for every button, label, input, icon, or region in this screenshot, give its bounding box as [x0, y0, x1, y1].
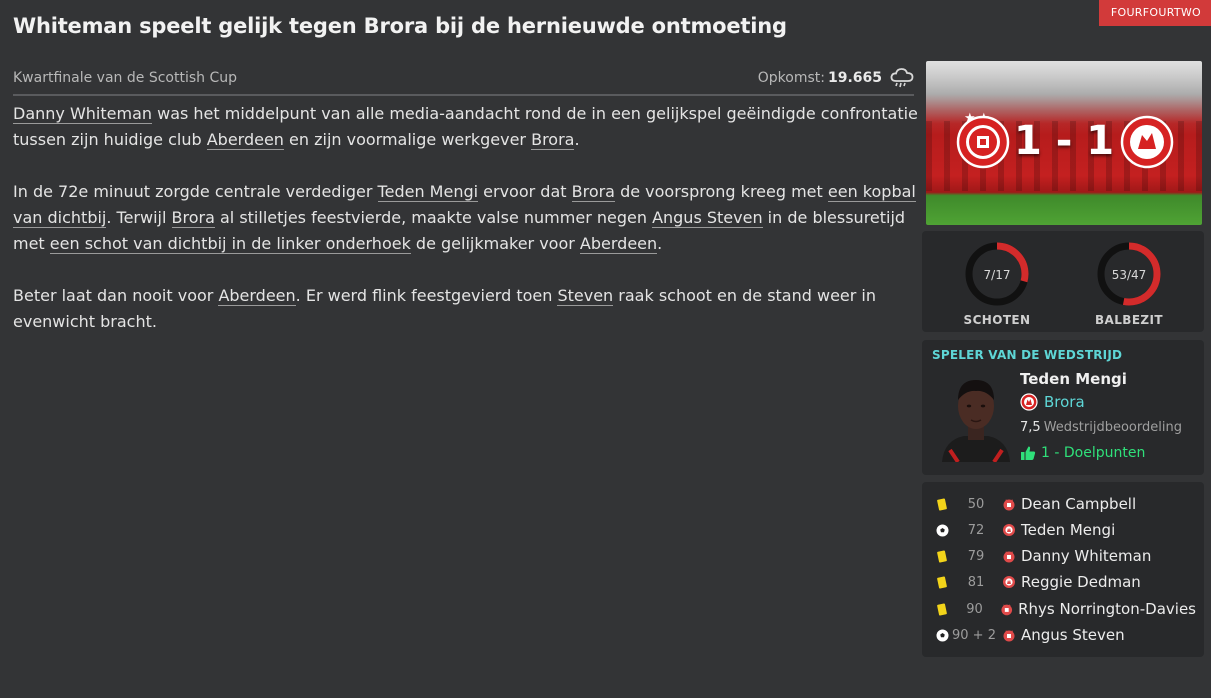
article-paragraph: In de 72e minuut zorgde centrale verdedi…: [13, 179, 918, 257]
event-minute: 79: [967, 548, 985, 564]
player-photo[interactable]: [936, 370, 1016, 462]
article-text: In de 72e minuut zorgde centrale verdedi…: [13, 182, 378, 201]
event-player: Dean Campbell: [1021, 495, 1137, 513]
match-event[interactable]: 90 Rhys Norrington-Davies: [934, 599, 1196, 619]
possession-ring: 53/47: [1097, 242, 1161, 306]
match-event[interactable]: 72 Teden Mengi: [934, 520, 1196, 540]
possession-label: BALBEZIT: [1095, 313, 1163, 327]
goals-text: 1 - Doelpunten: [1041, 445, 1146, 461]
player-link[interactable]: Teden Mengi: [377, 182, 479, 202]
event-minute: 50: [967, 496, 985, 512]
brora-crest-icon[interactable]: [1120, 115, 1174, 169]
yellow-card-icon: [936, 602, 947, 616]
event-minute: 90: [966, 601, 983, 617]
match-event[interactable]: 81 Reggie Dedman: [934, 572, 1196, 592]
rating-value: 7,5: [1020, 420, 1041, 435]
page-title: Whiteman speelt gelijk tegen Brora bij d…: [13, 14, 787, 38]
rating-label: Wedstrijdbeoordeling: [1043, 420, 1182, 435]
event-player: Teden Mengi: [1021, 521, 1116, 539]
event-player: Angus Steven: [1021, 626, 1125, 644]
aberdeen-badge-icon: [1003, 630, 1015, 642]
player-name[interactable]: Teden Mengi: [1020, 370, 1127, 388]
match-event[interactable]: 90 + 2 Angus Steven: [934, 625, 1196, 645]
article-text: ervoor dat: [478, 182, 572, 201]
brora-badge-icon: [1003, 576, 1015, 588]
article-text: al stilletjes feestvierde, maakte valse …: [214, 208, 653, 227]
player-link[interactable]: Danny Whiteman: [13, 104, 153, 124]
player-rating: 7,5 Wedstrijdbeoordeling: [1020, 420, 1182, 435]
man-of-the-match-panel: SPELER VAN DE WEDSTRIJD Teden Mengi Bror…: [922, 340, 1204, 475]
motm-title: SPELER VAN DE WEDSTRIJD: [932, 348, 1123, 362]
player-club[interactable]: Brora: [1020, 393, 1085, 411]
attendance-label: Opkomst:: [757, 70, 825, 86]
shots-ring: 7/17: [965, 242, 1029, 306]
article-text: en zijn voormalige werkgever: [283, 130, 532, 149]
match-event[interactable]: 50 Dean Campbell: [934, 494, 1196, 514]
football-icon: [934, 629, 950, 642]
aberdeen-badge-icon: [1003, 551, 1015, 563]
yellow-card-icon: [936, 497, 948, 511]
yellow-card-icon: [936, 549, 948, 563]
article-body: Danny Whiteman was het middelpunt van al…: [13, 101, 918, 361]
article-text: .: [657, 234, 663, 253]
shots-label: SCHOTEN: [963, 313, 1031, 327]
club-link[interactable]: Aberdeen: [579, 234, 658, 254]
club-link[interactable]: Brora: [531, 130, 575, 150]
match-events-panel: 50 Dean Campbell 72 Teden Mengi 79 Danny…: [922, 482, 1204, 657]
article-paragraph: Danny Whiteman was het middelpunt van al…: [13, 101, 918, 153]
article-text: .: [574, 130, 580, 149]
source-tag[interactable]: FOURFOURTWO: [1098, 0, 1211, 26]
aberdeen-badge-icon: [1001, 604, 1012, 616]
aberdeen-badge-icon: [1003, 499, 1015, 511]
attendance-value: 19.665: [827, 70, 882, 86]
score-card[interactable]: ★ ★ 1 - 1: [926, 61, 1202, 225]
thumbs-up-icon: [1021, 446, 1036, 460]
match-subheader: Kwartfinale van de Scottish Cup Opkomst:…: [13, 62, 914, 96]
shots-value: 7/17: [984, 268, 1011, 282]
possession-stat[interactable]: 53/47 BALBEZIT: [1079, 239, 1179, 327]
football-icon: [934, 524, 950, 537]
match-stats-panel: 7/17 SCHOTEN 53/47 BALBEZIT: [922, 231, 1204, 332]
player-link[interactable]: Angus Steven: [652, 208, 763, 228]
match-event[interactable]: 79 Danny Whiteman: [934, 546, 1196, 566]
yellow-card-icon: [936, 575, 948, 589]
player-goals: 1 - Doelpunten: [1020, 445, 1145, 461]
club-link[interactable]: Brora: [571, 182, 615, 202]
event-player: Rhys Norrington-Davies: [1018, 600, 1196, 618]
article-paragraph: Beter laat dan nooit voor Aberdeen. Er w…: [13, 283, 918, 335]
club-link[interactable]: Brora: [171, 208, 215, 228]
article-text: . Er werd flink feestgevierd toen: [295, 286, 558, 305]
event-player: Danny Whiteman: [1021, 547, 1152, 565]
event-player: Reggie Dedman: [1021, 573, 1141, 591]
club-link[interactable]: Aberdeen: [218, 286, 296, 306]
player-club-name: Brora: [1044, 393, 1085, 411]
attendance: Opkomst: 19.665: [758, 67, 914, 89]
brora-badge-icon: [1020, 393, 1038, 411]
highlight-link[interactable]: een schot van dichtbij in de linker onde…: [49, 234, 411, 254]
event-minute: 90 + 2: [952, 627, 996, 643]
article-text: . Terwijl: [106, 208, 172, 227]
club-link[interactable]: Aberdeen: [206, 130, 284, 150]
article-text: de gelijkmaker voor: [410, 234, 580, 253]
article-text: de voorsprong kreeg met: [614, 182, 828, 201]
event-minute: 72: [967, 522, 985, 538]
possession-value: 53/47: [1112, 268, 1147, 282]
shots-stat[interactable]: 7/17 SCHOTEN: [947, 239, 1047, 327]
player-link[interactable]: Steven: [557, 286, 614, 306]
article-text: Beter laat dan nooit voor: [13, 286, 219, 305]
rain-cloud-icon: [890, 68, 914, 88]
brora-badge-icon: [1003, 524, 1015, 536]
event-minute: 81: [967, 574, 985, 590]
competition-label: Kwartfinale van de Scottish Cup: [13, 70, 237, 86]
